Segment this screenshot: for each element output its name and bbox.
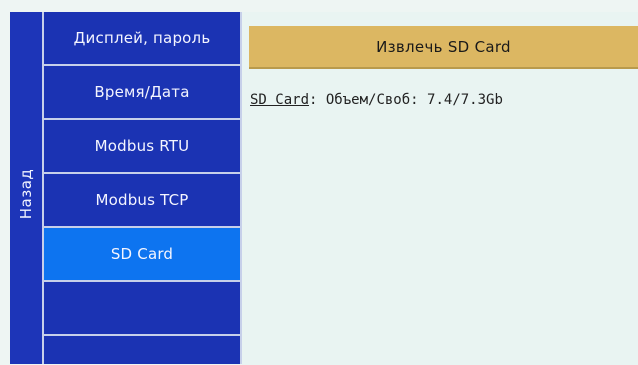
main-panel: Извлечь SD Card SD Card: Объем/Своб: 7.4…	[242, 12, 638, 365]
back-label: Назад	[17, 168, 35, 220]
menu-item-modbus-tcp[interactable]: Modbus TCP	[44, 174, 240, 228]
sd-card-capacity: Объем/Своб: 7.4/7.3Gb	[317, 92, 503, 108]
device-screen: Назад Дисплей, пароль Время/Дата Modbus …	[0, 0, 638, 365]
menu-item-empty	[44, 282, 240, 336]
sd-card-link[interactable]: SD Card	[250, 92, 309, 108]
menu-item-time-date[interactable]: Время/Дата	[44, 66, 240, 120]
menu-item-modbus-rtu[interactable]: Modbus RTU	[44, 120, 240, 174]
eject-sd-card-button[interactable]: Извлечь SD Card	[249, 26, 638, 69]
back-button[interactable]: Назад	[10, 12, 44, 364]
sd-card-info: SD Card: Объем/Своб: 7.4/7.3Gb	[250, 92, 503, 108]
settings-menu: Дисплей, пароль Время/Дата Modbus RTU Mo…	[44, 12, 242, 364]
menu-item-display-password[interactable]: Дисплей, пароль	[44, 12, 240, 66]
menu-item-sd-card[interactable]: SD Card	[44, 228, 240, 282]
